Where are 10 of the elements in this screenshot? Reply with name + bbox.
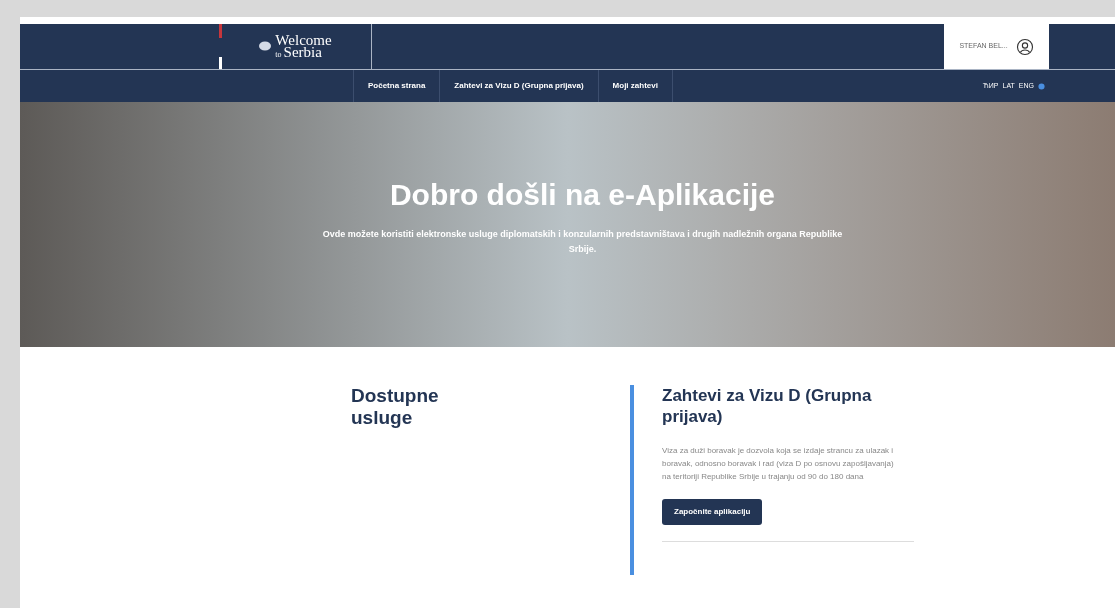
site-logo[interactable]: Welcome to Serbia — [259, 33, 332, 60]
hero-title: Dobro došli na e-Aplikacije — [389, 177, 776, 213]
section-heading: Dostupne usluge — [351, 385, 440, 430]
user-icon — [1015, 37, 1034, 56]
card-title: Zahtevi za Vizu D (Grupna prijava) — [662, 385, 873, 427]
card-description: Viza za duži boravak je dozvola koja se izdaje strancu za ulazak i boravak, odnosno boravak i rad (viza D po osnovu zapošljavanja) na teritoriji Republike Srbije u trajanju od 90 do 180 dana — [662, 445, 894, 483]
flag-mark — [219, 24, 222, 38]
start-application-button[interactable]: Započnite aplikaciju — [662, 499, 763, 525]
flag-mark — [219, 57, 222, 69]
hero-subtitle: Ovde možete koristiti elektronske usluge diplomatskih i konzularnih predstavništava i drugih nadležnih organa Republike Srbije. — [322, 228, 843, 256]
